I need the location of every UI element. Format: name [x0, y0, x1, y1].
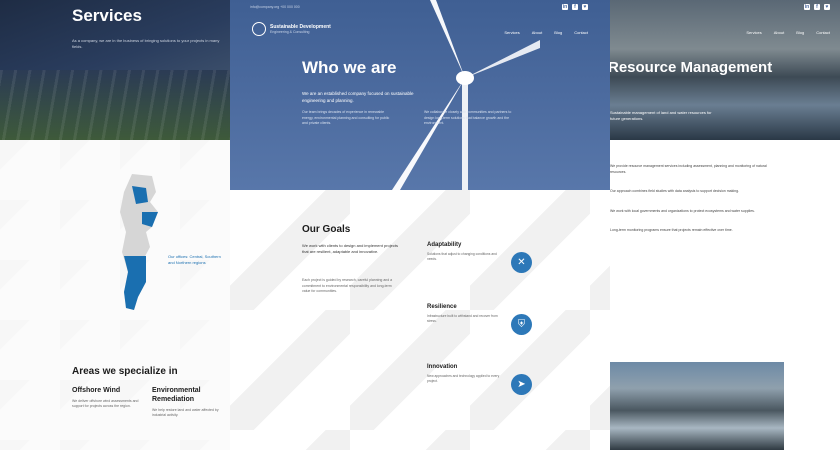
resource-page: in f ♥ Services About Blog Contact Resou… [610, 0, 840, 450]
resource-lead: Sustainable management of land and water… [610, 110, 712, 121]
resource-title: Resource Management [610, 59, 773, 76]
about-col: We collaborate closely with communities … [424, 110, 512, 125]
linkedin-icon[interactable]: in [804, 4, 810, 10]
send-icon: ➤ [511, 374, 532, 395]
goals-body: Each project is guided by research, care… [302, 278, 393, 293]
linkedin-icon[interactable]: in [562, 4, 568, 10]
body-paragraph: We work with local governments and organ… [610, 208, 755, 213]
main-nav: Services About Blog Contact [746, 30, 830, 35]
goal-text: Infrastructure built to withstand and re… [427, 314, 498, 323]
goals-lead: We work with clients to design and imple… [302, 243, 398, 254]
contact-bar: info@company.org +00 000 000 [250, 5, 300, 9]
services-hero: Services As a company, we are in the bus… [0, 0, 230, 140]
goals-title: Our Goals [302, 224, 351, 235]
about-columns: Our team brings decades of experience in… [302, 110, 516, 127]
site-logo[interactable]: Sustainable Development Engineering & Co… [252, 22, 331, 36]
goal-title: Innovation [427, 364, 458, 370]
nav-item[interactable]: Blog [796, 30, 804, 35]
services-intro: As a company, we are in the business of … [72, 38, 220, 49]
goal-item: Innovation New approaches and technology… [427, 364, 537, 395]
nav-item[interactable]: Contact [816, 30, 830, 35]
about-lead: We are an established company focused on… [302, 91, 414, 103]
services-title: Services [72, 6, 142, 25]
river-photo [610, 362, 784, 450]
area-text: We deliver offshore wind assessments and… [72, 399, 139, 408]
about-hero: info@company.org +00 000 000 in f ♥ Sust… [230, 0, 610, 190]
shield-icon: ⛨ [511, 314, 532, 335]
about-col: Our team brings decades of experience in… [302, 110, 390, 125]
area-text: We help restore land and water affected … [152, 408, 219, 417]
goal-item: Adaptability Solutions that adjust to ch… [427, 242, 537, 273]
services-page: Services As a company, we are in the bus… [0, 0, 230, 450]
tools-icon: ✕ [511, 252, 532, 273]
body-paragraph: We provide resource management services … [610, 164, 767, 174]
about-title: Who we are [302, 58, 397, 77]
facebook-icon[interactable]: f [814, 4, 820, 10]
area-item: Offshore Wind We deliver offshore wind a… [72, 386, 142, 418]
heart-icon[interactable]: ♥ [582, 4, 588, 10]
areas-list: Offshore Wind We deliver offshore wind a… [72, 386, 222, 418]
about-page: info@company.org +00 000 000 in f ♥ Sust… [230, 0, 610, 450]
facebook-icon[interactable]: f [572, 4, 578, 10]
resource-body: We provide resource management services … [610, 164, 770, 248]
nav-item[interactable]: Blog [554, 30, 562, 35]
solar-panels-image [0, 70, 230, 140]
goal-item: Resilience Infrastructure built to withs… [427, 304, 537, 335]
resource-hero: in f ♥ Services About Blog Contact Resou… [610, 0, 840, 140]
social-links: in f ♥ [804, 4, 830, 10]
area-title: Environmental Remediation [152, 387, 201, 403]
nav-item[interactable]: About [774, 30, 784, 35]
map-label: Our offices: Central, Southern and North… [168, 254, 221, 265]
goal-text: New approaches and technology applied to… [427, 374, 500, 383]
body-paragraph: Our approach combines field studies with… [610, 189, 739, 193]
leaf-icon [252, 22, 266, 36]
areas-title: Areas we specialize in [72, 366, 178, 377]
social-links: in f ♥ [562, 4, 588, 10]
area-title: Offshore Wind [72, 387, 121, 394]
region-map [120, 174, 158, 310]
screenshot-stage: Services As a company, we are in the bus… [0, 0, 840, 450]
goal-text: Solutions that adjust to changing condit… [427, 252, 497, 261]
goal-title: Resilience [427, 304, 457, 310]
area-item: Environmental Remediation We help restor… [152, 386, 222, 418]
goals-section: Our Goals We work with clients to design… [230, 190, 610, 450]
goal-title: Adaptability [427, 242, 462, 248]
body-paragraph: Long-term monitoring programs ensure tha… [610, 228, 733, 232]
nav-item[interactable]: Contact [574, 30, 588, 35]
heart-icon[interactable]: ♥ [824, 4, 830, 10]
logo-tagline: Engineering & Consulting [270, 30, 310, 34]
nav-item[interactable]: Services [746, 30, 761, 35]
